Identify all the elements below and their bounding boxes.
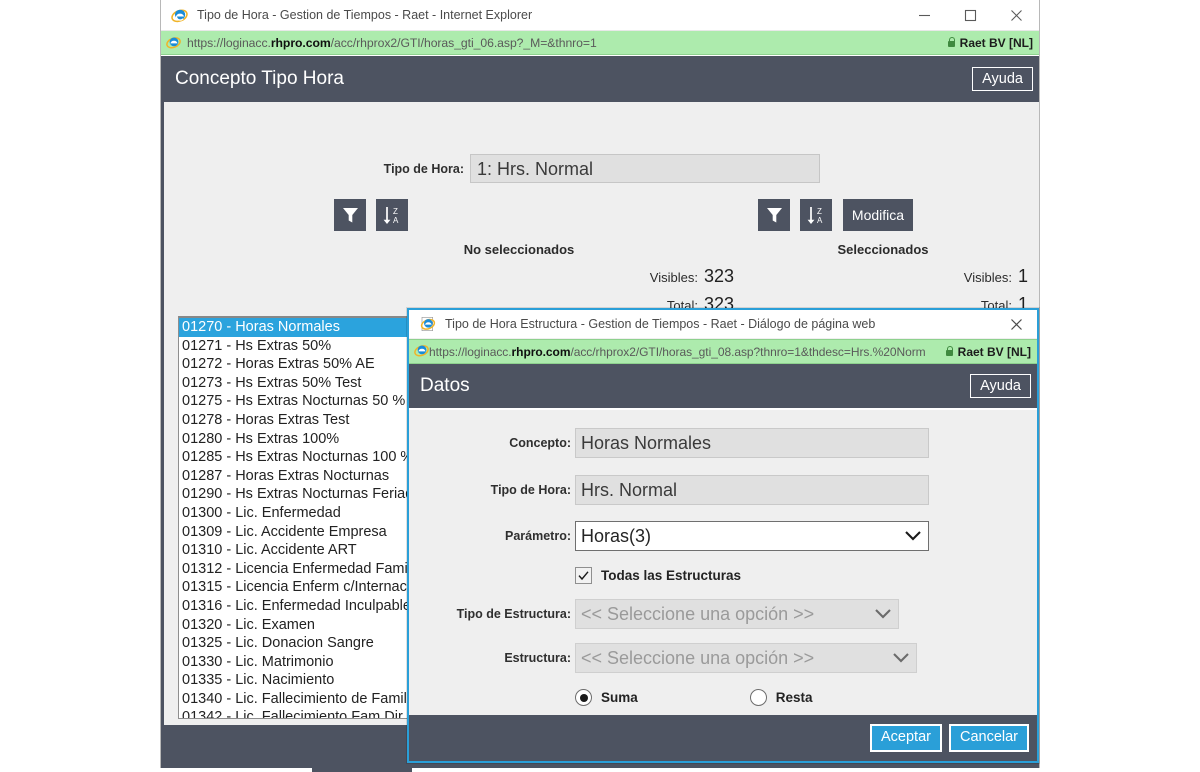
maximize-button[interactable] [947, 0, 993, 31]
minimize-button[interactable] [901, 0, 947, 31]
url-path: /acc/rhprox2/GTI/horas_gti_06.asp?_M=&th… [330, 35, 597, 50]
cancelar-button[interactable]: Cancelar [948, 724, 1029, 752]
tipo-de-hora-estructura-dialog: Tipo de Hora Estructura - Gestion de Tie… [407, 308, 1039, 763]
estructura-value: << Seleccione una opción >> [581, 648, 815, 668]
dialog-help-button[interactable]: Ayuda [970, 373, 1031, 399]
dialog-address-url[interactable]: https://loginacc.rhpro.com/acc/rhprox2/G… [429, 345, 945, 359]
browser-title: Tipo de Hora - Gestion de Tiempos - Raet… [197, 8, 533, 22]
tipo-de-hora-row: Tipo de Hora: 1: Hrs. Normal [164, 154, 1039, 183]
tipo-estructura-label: Tipo de Estructura: [456, 607, 571, 621]
dialog-footer: Aceptar Cancelar [409, 715, 1037, 761]
tipo-de-hora-value: 1: Hrs. Normal [470, 154, 820, 183]
todas-las-estructuras-label: Todas las Estructuras [601, 568, 742, 583]
url-host-pre: loginacc. [223, 35, 271, 50]
browser-titlebar: Tipo de Hora - Gestion de Tiempos - Raet… [161, 0, 1039, 31]
tipo-de-hora-row: Tipo de Hora: Hrs. Normal [409, 475, 1037, 505]
dialog-address-bar[interactable]: https://loginacc.rhpro.com/acc/rhprox2/G… [409, 339, 1037, 364]
left-visibles-value: 323 [703, 266, 734, 286]
url-host: rhpro.com [270, 35, 331, 50]
parametro-value: Horas(3) [581, 526, 652, 546]
chevron-down-icon [891, 645, 911, 671]
favicon-icon [414, 343, 429, 361]
left-panel-heading: No seleccionados [463, 242, 575, 257]
concepto-value: Horas Normales [575, 428, 929, 458]
tipo-estructura-select[interactable]: << Seleccione una opción >> [575, 599, 899, 629]
lock-icon [945, 346, 954, 357]
concepto-row: Concepto: Horas Normales [409, 428, 1037, 458]
concepto-label: Concepto: [509, 436, 571, 450]
internet-explorer-icon [171, 7, 188, 24]
dialog-close-button[interactable] [995, 310, 1037, 339]
filter-icon[interactable] [334, 199, 366, 231]
dialog-titlebar: Tipo de Hora Estructura - Gestion de Tie… [409, 310, 1037, 339]
parametro-label: Parámetro: [505, 529, 571, 543]
dialog-header-title: Datos [420, 375, 470, 396]
url-scheme: https:// [187, 35, 224, 50]
suma-radio[interactable] [575, 689, 592, 706]
suma-label: Suma [601, 690, 638, 705]
window-controls [901, 0, 1039, 31]
svg-text:Z: Z [393, 207, 398, 216]
estructura-label: Estructura: [504, 651, 571, 665]
dialog-certificate-indicator: Raet BV [NL] [945, 345, 1031, 359]
right-visibles-value: 1 [1017, 266, 1028, 286]
tipo-de-hora-label: Tipo de Hora: [383, 161, 464, 176]
lock-icon [947, 37, 956, 48]
chevron-down-icon [903, 523, 923, 549]
dialog-body: Concepto: Horas Normales Tipo de Hora: H… [409, 410, 1037, 715]
parametro-row: Parámetro: Horas(3) [409, 521, 1037, 551]
close-button[interactable] [993, 0, 1039, 31]
page-header: Concepto Tipo Hora Ayuda [164, 56, 1039, 102]
sort-za-icon[interactable]: Z A [376, 199, 409, 231]
right-visibles-label: Visibles: [963, 270, 1012, 285]
estructura-row: Estructura: << Seleccione una opción >> [409, 643, 1037, 673]
todas-estructuras-row[interactable]: Todas las Estructuras [409, 567, 1037, 584]
tipo-estructura-row: Tipo de Estructura: << Seleccione una op… [409, 599, 1037, 629]
tipo-estructura-value: << Seleccione una opción >> [581, 604, 815, 624]
resta-radio[interactable] [749, 689, 767, 706]
aceptar-button[interactable]: Aceptar [869, 724, 942, 752]
filter-icon[interactable] [758, 199, 790, 231]
sign-options-row: Suma Resta [409, 689, 1037, 706]
todas-las-estructuras-checkbox[interactable] [575, 567, 592, 584]
left-visibles: Visibles: 323 [334, 266, 734, 287]
address-url[interactable]: https://loginacc.rhpro.com/acc/rhprox2/G… [187, 36, 947, 50]
svg-text:Z: Z [817, 207, 822, 216]
dialog-certificate-name: Raet BV [NL] [957, 344, 1031, 359]
left-visibles-label: Visibles: [649, 270, 698, 285]
dialog-title: Tipo de Hora Estructura - Gestion de Tie… [445, 317, 876, 331]
internet-explorer-icon [420, 316, 436, 332]
right-panel-heading: Seleccionados [837, 242, 929, 257]
radio-dot [579, 693, 588, 702]
page-title: Concepto Tipo Hora [175, 68, 344, 89]
url-path: /acc/rhprox2/GTI/horas_gti_08.asp?thnro=… [570, 344, 926, 359]
parametro-select[interactable]: Horas(3) [575, 521, 929, 551]
address-bar[interactable]: https://loginacc.rhpro.com/acc/rhprox2/G… [161, 31, 1039, 55]
help-button[interactable]: Ayuda [972, 66, 1033, 92]
tipo-de-hora-value: Hrs. Normal [575, 475, 929, 505]
certificate-indicator: Raet BV [NL] [947, 36, 1033, 50]
url-host-pre: loginacc. [464, 344, 512, 359]
svg-text:A: A [817, 216, 823, 225]
svg-text:A: A [393, 216, 399, 225]
sort-za-icon[interactable]: Z A [800, 199, 833, 231]
tipo-de-hora-label: Tipo de Hora: [490, 483, 571, 497]
left-toolbar: Z A [334, 199, 409, 231]
favicon-icon [166, 35, 181, 50]
dialog-header: Datos Ayuda [409, 364, 1037, 408]
estructura-select[interactable]: << Seleccione una opción >> [575, 643, 917, 673]
certificate-name: Raet BV [NL] [959, 35, 1033, 50]
resta-label: Resta [775, 690, 813, 705]
right-visibles: Visibles: 1 [758, 266, 1028, 287]
chevron-down-icon [873, 601, 893, 627]
url-host: rhpro.com [511, 344, 571, 359]
url-scheme: https:// [429, 344, 465, 359]
right-toolbar: Z A Modifica [758, 199, 914, 231]
modifica-button[interactable]: Modifica [842, 199, 914, 231]
